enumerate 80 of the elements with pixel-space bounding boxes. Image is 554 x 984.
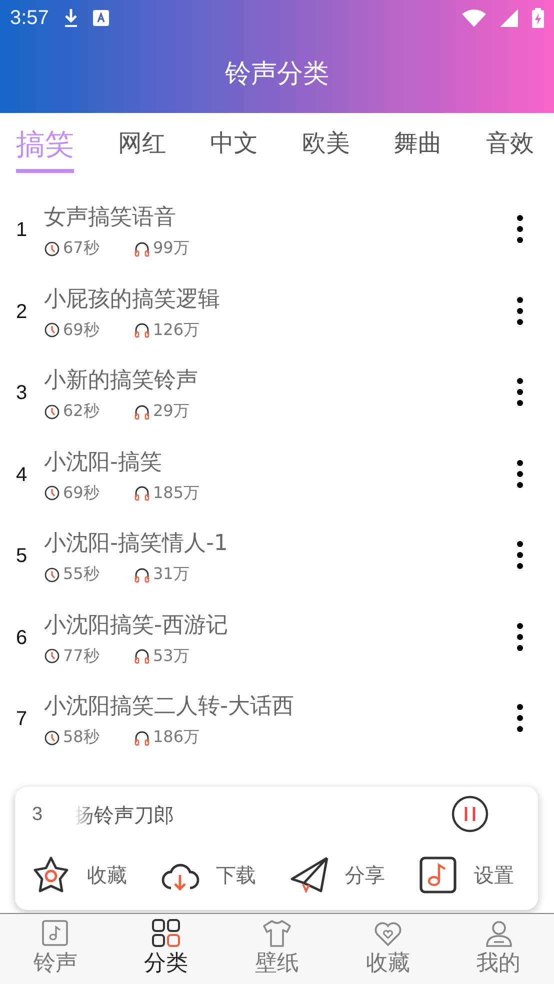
more-icon xyxy=(515,296,525,326)
share-button[interactable]: 分享 xyxy=(289,855,385,895)
play-count: 126万 xyxy=(153,320,200,341)
headphones-icon xyxy=(134,566,150,583)
duration-text: 58秒 xyxy=(63,727,100,748)
headphones-icon xyxy=(134,240,150,257)
nav-tab[interactable]: 铃声 xyxy=(10,914,100,984)
rank-number: 6 xyxy=(15,626,28,650)
star-icon xyxy=(31,855,71,895)
clock-icon xyxy=(44,566,60,583)
duration-text: 62秒 xyxy=(63,401,100,422)
clock-icon xyxy=(44,648,60,664)
favorite-button[interactable]: 收藏 xyxy=(31,855,127,895)
wifi-icon xyxy=(462,9,486,27)
person-icon xyxy=(484,918,514,948)
nav-tab[interactable]: 我的 xyxy=(454,914,544,984)
rank-number: 5 xyxy=(15,545,28,568)
category-tab[interactable]: 欧美 xyxy=(302,125,350,173)
ringtone-title: 小沈阳-搞笑情人-1 xyxy=(44,530,229,558)
duration-text: 77秒 xyxy=(63,646,100,667)
more-icon xyxy=(515,703,525,734)
settings-button[interactable]: 设置 xyxy=(418,855,514,895)
ringtone-title: 小新的搞笑铃声 xyxy=(44,367,199,396)
more-icon xyxy=(515,622,525,652)
clock-icon xyxy=(44,240,60,257)
t-shirt-icon xyxy=(262,918,292,948)
duration-text: 69秒 xyxy=(63,320,100,341)
play-count: 186万 xyxy=(153,727,200,748)
signal-icon xyxy=(500,9,518,27)
headphones-icon xyxy=(134,404,150,420)
play-count: 29万 xyxy=(153,401,190,422)
music-note-icon xyxy=(418,855,458,895)
headphones-icon xyxy=(134,485,150,502)
clock-icon xyxy=(44,730,60,746)
track-index: 3 xyxy=(32,804,44,826)
download-icon xyxy=(62,7,79,29)
ringtone-title: 女声搞笑语音 xyxy=(44,204,177,232)
download-button[interactable]: 下载 xyxy=(160,855,256,895)
category-tab[interactable]: 舞曲 xyxy=(394,125,442,173)
rank-number: 7 xyxy=(15,708,28,732)
play-count: 31万 xyxy=(153,564,190,586)
more-icon xyxy=(515,458,525,489)
nav-tab[interactable]: 分类 xyxy=(121,914,212,984)
paper-plane-icon xyxy=(289,855,329,895)
headphones-icon xyxy=(134,730,150,746)
music-note-icon xyxy=(40,918,70,948)
category-tab[interactable]: 音效 xyxy=(486,125,534,173)
duration-text: 69秒 xyxy=(63,482,100,504)
pause-button[interactable] xyxy=(450,795,490,835)
more-icon xyxy=(515,540,525,570)
clock-icon xyxy=(44,322,60,338)
nav-tab[interactable]: 壁纸 xyxy=(232,914,322,984)
clock-icon xyxy=(44,404,60,420)
duration-text: 55秒 xyxy=(63,564,100,586)
ringtone-title: 小沈阳搞笑二人转-大话西 xyxy=(44,693,295,722)
play-count: 185万 xyxy=(153,482,200,504)
grid-icon xyxy=(151,918,182,948)
pause-icon xyxy=(451,795,489,833)
more-icon xyxy=(515,214,525,244)
ringtone-title: 小沈阳-搞笑 xyxy=(44,448,163,477)
play-count: 99万 xyxy=(153,238,190,260)
screen-title: 铃声分类 xyxy=(224,58,330,91)
status-time: 3:57 xyxy=(10,6,49,30)
nav-tab[interactable]: 收藏 xyxy=(342,914,433,984)
duration-text: 67秒 xyxy=(63,238,100,260)
category-tab[interactable]: 网红 xyxy=(118,125,166,173)
more-icon xyxy=(515,377,525,408)
rank-number: 3 xyxy=(15,382,28,406)
rank-number: 4 xyxy=(15,464,28,487)
rank-number: 1 xyxy=(15,219,28,242)
category-tab[interactable]: 中文 xyxy=(210,125,258,173)
ringtone-title: 小沈阳搞笑-西游记 xyxy=(44,612,229,640)
track-title: 扬铃声刀郎 xyxy=(74,802,175,828)
play-count: 53万 xyxy=(153,646,190,667)
clock-icon xyxy=(44,485,60,502)
headphones-icon xyxy=(134,322,150,338)
rank-number: 2 xyxy=(15,300,28,324)
ringtone-title: 小屁孩的搞笑逻辑 xyxy=(44,286,221,314)
headphones-icon xyxy=(134,648,150,664)
battery-icon xyxy=(532,8,544,28)
